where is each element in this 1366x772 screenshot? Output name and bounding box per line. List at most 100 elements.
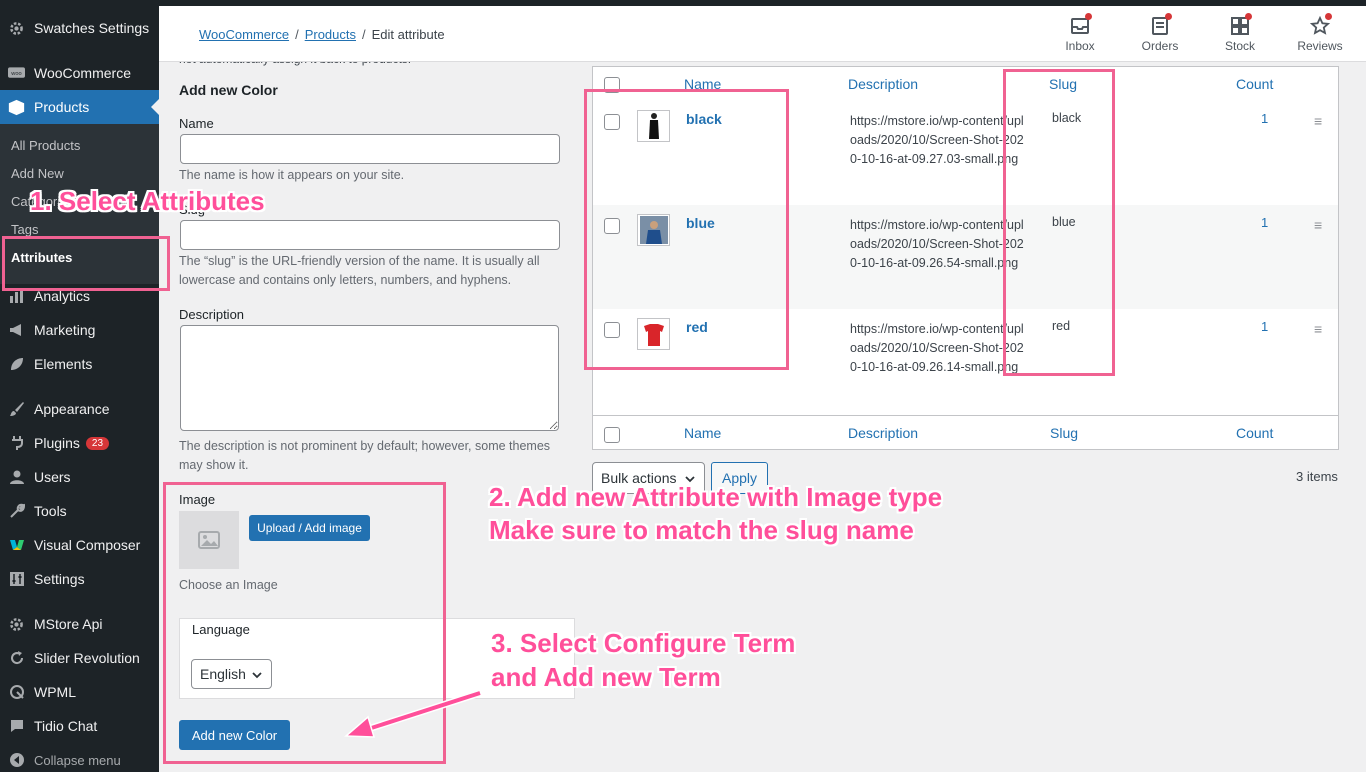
drag-handle-icon[interactable]: ≡	[1314, 321, 1322, 337]
header-reviews-button[interactable]: Reviews	[1285, 12, 1355, 53]
sidebar-item-products[interactable]: Products	[0, 90, 159, 124]
col-name-footer[interactable]: Name	[684, 425, 721, 441]
submenu-label: Add New	[11, 165, 64, 181]
annotation-step-2-line-1: 2. Add new Attribute with Image type	[489, 482, 943, 512]
wrench-icon	[8, 503, 25, 520]
sidebar-collapse-menu[interactable]: Collapse menu	[0, 743, 159, 772]
breadcrumb-current: Edit attribute	[371, 27, 445, 42]
slug-input[interactable]	[180, 220, 560, 250]
header-inbox-button[interactable]: Inbox	[1045, 12, 1115, 53]
box-icon	[8, 99, 25, 116]
header-action-label: Orders	[1141, 39, 1179, 53]
sidebar-item-label: Visual Composer	[34, 537, 141, 553]
select-all-checkbox-footer[interactable]	[604, 427, 620, 443]
header-action-label: Reviews	[1297, 39, 1343, 53]
submenu-all-products[interactable]: All Products	[0, 131, 159, 159]
description-textarea[interactable]	[180, 325, 559, 431]
sidebar-item-label: Tools	[34, 503, 67, 519]
drag-handle-icon[interactable]: ≡	[1314, 217, 1322, 233]
sidebar-item-wpml[interactable]: WPML	[0, 675, 159, 709]
stock-icon	[1230, 13, 1252, 36]
col-slug-footer[interactable]: Slug	[1050, 425, 1078, 441]
term-count[interactable]: 1	[1261, 111, 1268, 126]
term-count[interactable]: 1	[1261, 215, 1268, 230]
sidebar-item-plugins[interactable]: Plugins 23	[0, 426, 159, 460]
header-orders-button[interactable]: Orders	[1125, 12, 1195, 53]
leaf-icon	[8, 356, 25, 373]
megaphone-icon	[8, 322, 25, 339]
sidebar-item-label: Plugins	[34, 435, 80, 451]
name-input[interactable]	[180, 134, 560, 164]
annotation-step-3-line-2: and Add new Term	[491, 662, 721, 692]
form-title: Add new Color	[179, 82, 278, 98]
sidebar-item-label: WooCommerce	[34, 65, 131, 81]
annotation-step-2-line-2: Make sure to match the slug name	[489, 515, 914, 545]
orders-icon	[1150, 13, 1172, 36]
name-label: Name	[179, 116, 214, 131]
annotation-step-1: 1. Select Attributes	[30, 186, 265, 216]
sidebar-item-mstore-api[interactable]: MStore Api	[0, 607, 159, 641]
inbox-icon	[1070, 13, 1092, 36]
col-description[interactable]: Description	[848, 76, 918, 92]
annotation-step-3-line-1: 3. Select Configure Term	[491, 628, 796, 658]
user-icon	[8, 469, 25, 486]
sidebar-item-label: WPML	[34, 684, 76, 700]
sidebar-item-woocommerce[interactable]: woo WooCommerce	[0, 56, 159, 90]
sidebar-item-tools[interactable]: Tools	[0, 494, 159, 528]
submenu-label: Tags	[11, 221, 39, 237]
sidebar-item-label: Swatches Settings	[34, 20, 150, 36]
sidebar-item-label: Marketing	[34, 322, 96, 338]
sidebar-item-swatches-settings[interactable]: Swatches Settings	[0, 11, 159, 45]
annotation-arrow	[344, 689, 482, 738]
sidebar-item-label: Products	[34, 99, 90, 115]
refresh-icon	[8, 650, 25, 667]
collapse-icon	[8, 752, 25, 769]
plugins-update-badge: 23	[85, 436, 110, 450]
sidebar-item-tidio-chat[interactable]: Tidio Chat	[0, 709, 159, 743]
sidebar-item-users[interactable]: Users	[0, 460, 159, 494]
submenu-add-new[interactable]: Add New	[0, 159, 159, 187]
sidebar-item-label: Slider Revolution	[34, 650, 140, 666]
term-count[interactable]: 1	[1261, 319, 1268, 334]
header-stock-button[interactable]: Stock	[1205, 12, 1275, 53]
plug-icon	[8, 435, 25, 452]
breadcrumb: WooCommerce / Products / Edit attribute	[199, 27, 445, 42]
slug-help-text: The “slug” is the URL-friendly version o…	[179, 254, 540, 287]
sidebar-item-label: Collapse menu	[34, 752, 121, 768]
sidebar-item-label: Users	[34, 469, 71, 485]
breadcrumb-woocommerce[interactable]: WooCommerce	[199, 27, 289, 42]
sidebar-item-label: Elements	[34, 356, 93, 372]
chat-icon	[8, 718, 25, 735]
sidebar-item-label: Settings	[34, 571, 85, 587]
sidebar-item-elements[interactable]: Elements	[0, 347, 159, 381]
sidebar-item-label: MStore Api	[34, 616, 103, 632]
sidebar-item-slider-revolution[interactable]: Slider Revolution	[0, 641, 159, 675]
description-label: Description	[179, 307, 245, 322]
sidebar-item-visual-composer[interactable]: Visual Composer	[0, 528, 159, 562]
woo-icon: woo	[8, 65, 25, 82]
sidebar-item-marketing[interactable]: Marketing	[0, 313, 159, 347]
highlight-slug-column	[1003, 69, 1115, 376]
header-action-label: Inbox	[1065, 39, 1095, 53]
gear-icon	[8, 20, 25, 37]
col-description-footer[interactable]: Description	[848, 425, 918, 441]
sidebar-item-label: Tidio Chat	[34, 718, 98, 734]
description-help-text: The description is not prominent by defa…	[179, 439, 551, 472]
header-action-label: Stock	[1224, 39, 1255, 53]
svg-text:woo: woo	[10, 70, 21, 76]
col-count-footer[interactable]: Count	[1236, 425, 1273, 441]
drag-handle-icon[interactable]: ≡	[1314, 113, 1322, 129]
sliders-icon	[8, 571, 25, 588]
sidebar-item-appearance[interactable]: Appearance	[0, 392, 159, 426]
col-count[interactable]: Count	[1236, 76, 1273, 92]
breadcrumb-products[interactable]: Products	[305, 27, 356, 42]
highlight-terms	[584, 89, 789, 370]
table-footer: Name Description Slug Count	[593, 415, 1338, 449]
vc-logo-icon	[8, 537, 25, 554]
sidebar-item-settings[interactable]: Settings	[0, 562, 159, 596]
paintbrush-icon	[8, 401, 25, 418]
wpml-icon	[8, 684, 25, 701]
name-help-text: The name is how it appears on your site.	[179, 168, 405, 182]
woocommerce-header: WooCommerce / Products / Edit attribute Inbo…	[159, 6, 1366, 62]
star-icon	[1309, 13, 1332, 36]
